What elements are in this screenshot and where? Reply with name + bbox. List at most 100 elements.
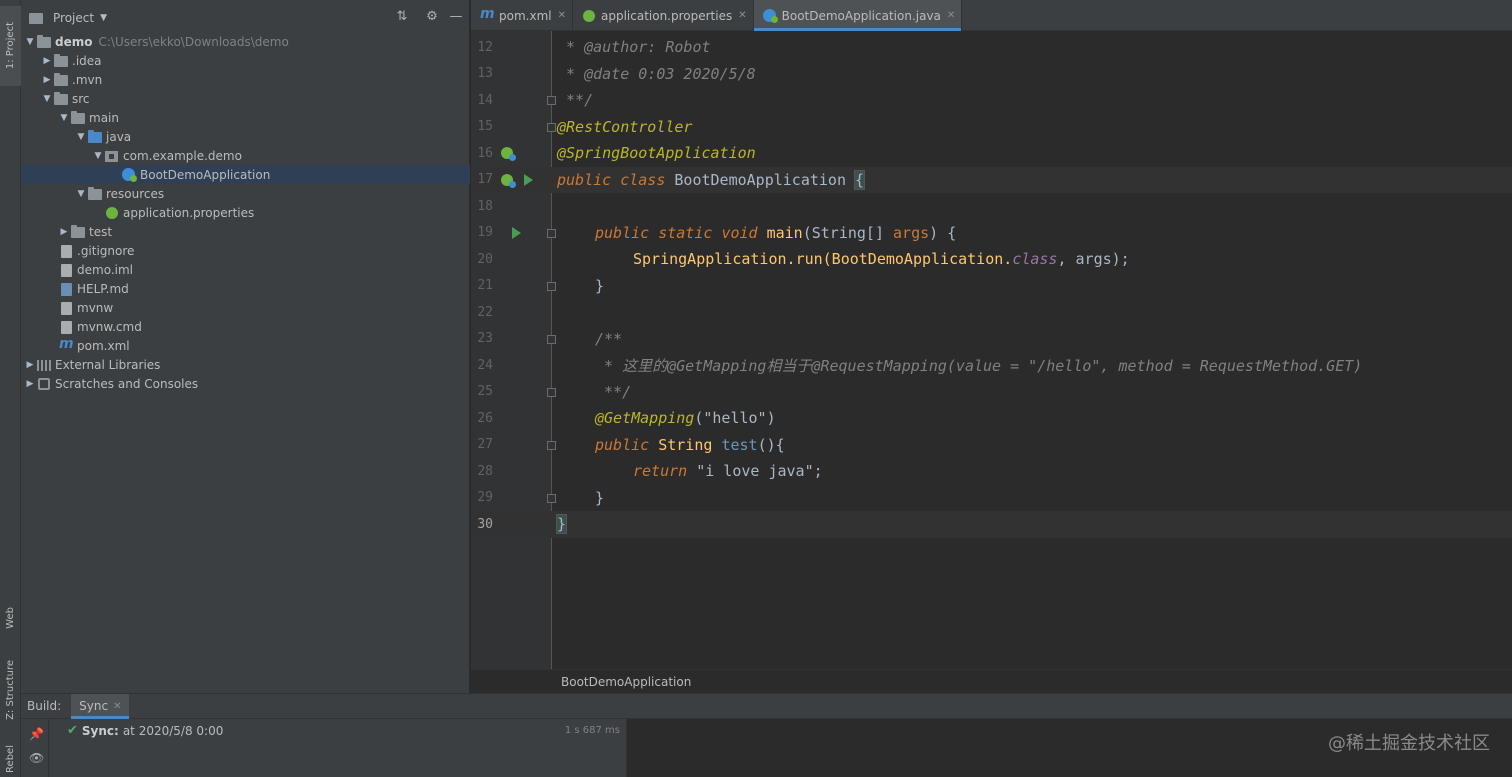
gear-icon[interactable]: ⚙ [425,10,439,24]
tree-item-bootdemoapplication[interactable]: BootDemoApplication [21,165,470,184]
structure-tool-tab[interactable]: Z: Structure [0,652,21,728]
run-icon[interactable] [524,173,533,186]
tree-item-resources[interactable]: ▼ resources [21,184,470,203]
tree-item-mvn[interactable]: ▶ .mvn [21,70,470,89]
code-line-13[interactable]: 13 * @date 0:03 2020/5/8 [471,61,1512,88]
collapsed-arrow-icon[interactable]: ▶ [41,56,53,66]
breadcrumb-item[interactable]: BootDemoApplication [561,675,691,689]
tree-item-mvnw[interactable]: mvnw [21,298,470,317]
tree-item-help-md[interactable]: HELP.md [21,279,470,298]
expanded-arrow-icon[interactable]: ▼ [41,94,53,104]
code-line-12[interactable]: 12 * @author: Robot [471,34,1512,61]
project-path: C:\Users\ekko\Downloads\demo [98,34,289,49]
tab-bootdemoapplication-java[interactable]: BootDemoApplication.java ✕ [753,0,963,31]
code-line-15[interactable]: 15 @RestController [471,114,1512,141]
code-line-22[interactable]: 22 [471,299,1512,326]
tree-item-java[interactable]: ▼ java [21,127,470,146]
code-line-29[interactable]: 29 } [471,485,1512,512]
line-number: 27 [477,437,493,453]
tree-item-demo-iml[interactable]: demo.iml [21,260,470,279]
close-icon[interactable]: ✕ [558,10,566,21]
expanded-arrow-icon[interactable]: ▼ [75,189,87,199]
collapsed-arrow-icon[interactable]: ▶ [41,75,53,85]
expanded-arrow-icon[interactable]: ▼ [92,151,104,161]
fold-marker-icon[interactable] [547,122,556,132]
line-number: 16 [477,145,493,161]
tree-item-application-properties[interactable]: application.properties [21,203,470,222]
code-line-26[interactable]: 26 @GetMapping("hello") [471,405,1512,432]
tab-sync[interactable]: Sync ✕ [71,693,130,719]
collapsed-arrow-icon[interactable]: ▶ [58,227,70,237]
file-icon [58,301,74,315]
project-panel-title[interactable]: Project [53,11,94,25]
tree-item-gitignore[interactable]: .gitignore [21,241,470,260]
code-line-17[interactable]: 17 public class BootDemoApplication { [471,166,1512,193]
code-text: @SpringBootApplication [557,144,756,163]
expanded-arrow-icon[interactable]: ▼ [75,132,87,142]
chevron-down-icon[interactable]: ▼ [100,13,107,23]
tab-application-properties[interactable]: application.properties ✕ [573,0,754,31]
file-icon [58,320,74,334]
tree-item-label: Scratches and Consoles [55,376,199,391]
spring-bean-gutter-icon[interactable] [501,147,516,161]
tree-item-src[interactable]: ▼ src [21,89,470,108]
sync-result-row[interactable]: ✔ Sync: at 2020/5/8 0:00 [67,723,223,738]
fold-marker-icon[interactable] [547,440,556,450]
expanded-arrow-icon[interactable]: ▼ [24,37,36,47]
code-line-21[interactable]: 21 } [471,273,1512,300]
fold-marker-icon[interactable] [547,228,556,238]
close-icon[interactable]: ✕ [947,10,955,21]
tree-item-package[interactable]: ▼ com.example.demo [21,146,470,165]
checkmark-icon: ✔ [67,723,78,738]
tab-pom-xml[interactable]: m pom.xml ✕ [471,0,573,31]
code-editor[interactable]: 12 * @author: Robot 13 * @date 0:03 2020… [471,31,1512,669]
tree-item-label: .mvn [72,72,103,87]
code-line-23[interactable]: 23 /** [471,326,1512,353]
collapsed-arrow-icon[interactable]: ▶ [24,379,36,389]
collapsed-arrow-icon[interactable]: ▶ [24,360,36,370]
build-tree: ✔ Sync: at 2020/5/8 0:00 1 s 687 ms [49,719,627,777]
pin-icon[interactable]: 📌 [29,727,44,741]
tree-item-idea[interactable]: ▶ .idea [21,51,470,70]
tree-item-main[interactable]: ▼ main [21,108,470,127]
tree-item-label: main [89,110,119,125]
web-tool-tab[interactable]: Web [0,596,21,640]
run-icon[interactable] [512,226,521,239]
package-icon [104,149,120,163]
code-line-14[interactable]: 14 **/ [471,87,1512,114]
fold-marker-icon[interactable] [547,96,556,105]
resources-folder-icon [87,186,103,201]
code-text: **/ [557,91,594,110]
code-line-20[interactable]: 20 SpringApplication.run(BootDemoApplica… [471,246,1512,273]
code-line-19[interactable]: 19 public static void main(String[] args… [471,220,1512,247]
code-line-18[interactable]: 18 [471,193,1512,220]
fold-marker-icon[interactable] [547,281,556,291]
code-line-25[interactable]: 25 **/ [471,379,1512,406]
hide-panel-icon[interactable]: — [449,10,463,24]
collapse-all-icon[interactable]: ⇅ [395,10,409,24]
spring-bean-gutter-icon[interactable] [501,173,516,188]
fold-marker-icon[interactable] [547,387,556,397]
expanded-arrow-icon[interactable]: ▼ [58,113,70,123]
tree-item-scratches[interactable]: ▶ Scratches and Consoles [21,374,470,393]
left-tool-strip: 1: Project Web Z: Structure Rebel [0,0,21,777]
code-line-27[interactable]: 27 public String test(){ [471,432,1512,459]
tree-item-test[interactable]: ▶ test [21,222,470,241]
close-icon[interactable]: ✕ [738,10,746,21]
code-line-24[interactable]: 24 * 这里的@GetMapping相当于@RequestMapping(va… [471,352,1512,379]
build-tool-window: Build: Sync ✕ 📌 👁 ✔ Sync: at 2020/5/8 0:… [21,693,1512,777]
code-line-16[interactable]: 16 @SpringBootApplication [471,140,1512,167]
eye-icon[interactable]: 👁 [29,751,44,765]
tree-item-external-libraries[interactable]: ▶ External Libraries [21,355,470,374]
tree-item-demo[interactable]: ▼ demo C:\Users\ekko\Downloads\demo [21,32,470,51]
tree-item-pom-xml[interactable]: m pom.xml [21,336,470,355]
project-tool-tab[interactable]: 1: Project [0,6,21,86]
fold-marker-icon[interactable] [547,334,556,344]
tree-item-mvnw-cmd[interactable]: mvnw.cmd [21,317,470,336]
rebel-tool-tab[interactable]: Rebel [0,742,21,776]
code-line-30[interactable]: 30 } [471,511,1512,538]
fold-marker-icon[interactable] [547,493,556,503]
close-icon[interactable]: ✕ [113,701,121,712]
tree-item-label: mvnw.cmd [77,319,142,334]
code-line-28[interactable]: 28 return "i love java"; [471,458,1512,485]
